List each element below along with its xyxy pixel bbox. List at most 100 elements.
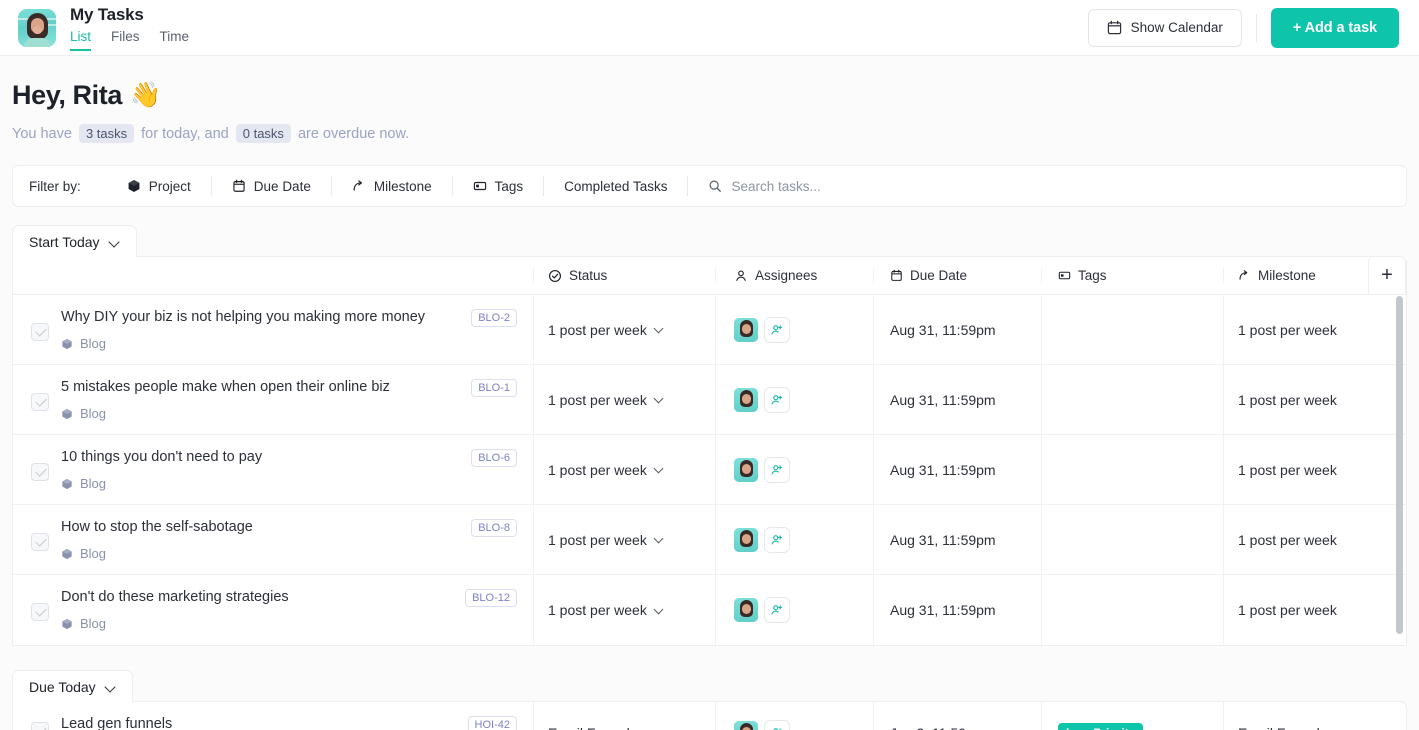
task-group-due-today: Due Today Lead gen funnels HOI-42 <box>12 670 1407 730</box>
title-block: My Tasks List Files Time <box>70 5 189 51</box>
chevron-down-icon <box>106 682 116 692</box>
task-checkbox[interactable] <box>31 533 49 551</box>
task-checkbox[interactable] <box>31 722 49 730</box>
task-table: + Status Assignees Due Date Tags Milesto… <box>12 256 1407 646</box>
tags-cell[interactable] <box>1041 505 1223 574</box>
milestone-cell[interactable]: 1 post per week <box>1223 575 1393 645</box>
assignees-cell <box>715 702 873 730</box>
task-checkbox[interactable] <box>31 463 49 481</box>
status-cell[interactable]: 1 post per week <box>533 505 715 574</box>
task-project-label: Blog <box>80 546 107 561</box>
due-date-cell[interactable]: Jun 3, 11:59pm <box>873 702 1041 730</box>
group-header-start-today[interactable]: Start Today <box>12 225 137 257</box>
status-cell[interactable]: 1 post per week <box>533 575 715 645</box>
table-row[interactable]: 5 mistakes people make when open their o… <box>13 365 1406 435</box>
task-project[interactable]: Blog <box>61 336 517 351</box>
filter-completed-label: Completed Tasks <box>564 178 668 194</box>
task-title[interactable]: Why DIY your biz is not helping you maki… <box>61 307 461 328</box>
task-checkbox[interactable] <box>31 603 49 621</box>
table-row[interactable]: Lead gen funnels HOI-42 Email Funnels <box>13 702 1406 730</box>
task-title[interactable]: How to stop the self-sabotage <box>61 517 461 538</box>
task-checkbox[interactable] <box>31 323 49 341</box>
task-checkbox[interactable] <box>31 393 49 411</box>
filter-due-date[interactable]: Due Date <box>212 166 331 206</box>
add-column-button[interactable]: + <box>1368 256 1406 295</box>
tab-time[interactable]: Time <box>160 29 190 51</box>
assignee-avatar[interactable] <box>734 387 758 412</box>
column-header-status[interactable]: Status <box>533 268 715 283</box>
calendar-icon <box>1107 20 1122 35</box>
task-title[interactable]: 10 things you don't need to pay <box>61 447 461 468</box>
due-date-cell[interactable]: Aug 31, 11:59pm <box>873 365 1041 434</box>
assignee-avatar[interactable] <box>734 721 758 730</box>
milestone-cell[interactable]: Email Funnels <box>1223 702 1393 730</box>
tab-list[interactable]: List <box>70 29 92 51</box>
milestone-cell[interactable]: 1 post per week <box>1223 365 1393 434</box>
table-row[interactable]: Don't do these marketing strategies BLO-… <box>13 575 1406 645</box>
add-assignee-icon[interactable] <box>764 456 790 483</box>
task-project-label: Blog <box>80 476 107 491</box>
task-title[interactable]: Lead gen funnels <box>61 714 458 730</box>
add-assignee-icon[interactable] <box>764 720 790 730</box>
add-assignee-icon[interactable] <box>764 386 790 413</box>
add-task-button[interactable]: + Add a task <box>1270 7 1399 48</box>
milestone-cell[interactable]: 1 post per week <box>1223 435 1393 504</box>
tags-cell[interactable] <box>1041 295 1223 364</box>
due-date-value: Aug 31, 11:59pm <box>890 321 996 338</box>
table-row[interactable]: How to stop the self-sabotage BLO-8 Blog <box>13 505 1406 575</box>
task-project[interactable]: Blog <box>61 616 517 631</box>
tags-cell[interactable] <box>1041 365 1223 434</box>
task-project[interactable]: Blog <box>61 476 517 491</box>
assignee-avatar[interactable] <box>734 457 758 482</box>
page-title: My Tasks <box>70 4 144 24</box>
search-input[interactable] <box>731 178 912 194</box>
filter-tags[interactable]: Tags <box>453 166 544 206</box>
column-header-assignees[interactable]: Assignees <box>715 268 873 283</box>
milestone-cell[interactable]: 1 post per week <box>1223 505 1393 574</box>
table-scrollbar[interactable] <box>1396 296 1403 634</box>
milestone-cell[interactable]: 1 post per week <box>1223 295 1393 364</box>
filter-completed-tasks[interactable]: Completed Tasks <box>544 166 687 206</box>
add-assignee-icon[interactable] <box>764 316 790 343</box>
status-cell[interactable]: 1 post per week <box>533 295 715 364</box>
column-header-due-date[interactable]: Due Date <box>873 268 1041 283</box>
add-assignee-icon[interactable] <box>764 597 790 623</box>
assignee-avatar[interactable] <box>734 598 758 622</box>
filter-milestone[interactable]: Milestone <box>332 166 452 206</box>
top-bar: My Tasks List Files Time Show Calendar +… <box>0 0 1419 56</box>
chevron-down-icon <box>655 395 664 404</box>
due-date-cell[interactable]: Aug 31, 11:59pm <box>873 505 1041 574</box>
table-header-row: Status Assignees Due Date Tags Milestone <box>13 257 1406 295</box>
task-title[interactable]: Don't do these marketing strategies <box>61 587 455 608</box>
tags-cell[interactable]: Low Priority <box>1041 702 1223 730</box>
group-header-due-today[interactable]: Due Today <box>12 670 133 702</box>
table-row[interactable]: Why DIY your biz is not helping you maki… <box>13 295 1406 365</box>
show-calendar-button[interactable]: Show Calendar <box>1087 8 1242 47</box>
avatar[interactable] <box>18 8 56 47</box>
status-cell[interactable]: 1 post per week <box>533 365 715 434</box>
task-project[interactable]: Blog <box>61 406 517 421</box>
task-title[interactable]: 5 mistakes people make when open their o… <box>61 377 461 398</box>
status-value: 1 post per week <box>548 391 647 408</box>
due-date-cell[interactable]: Aug 31, 11:59pm <box>873 575 1041 645</box>
tab-files[interactable]: Files <box>111 29 140 51</box>
toolbar-divider <box>1255 13 1257 42</box>
status-cell[interactable]: Email Funnels <box>533 702 715 730</box>
tags-cell[interactable] <box>1041 575 1223 645</box>
group-title: Due Today <box>29 678 96 695</box>
table-row[interactable]: 10 things you don't need to pay BLO-6 Bl… <box>13 435 1406 505</box>
due-date-cell[interactable]: Aug 31, 11:59pm <box>873 295 1041 364</box>
status-cell[interactable]: 1 post per week <box>533 435 715 504</box>
assignee-avatar[interactable] <box>734 527 758 552</box>
task-project[interactable]: Blog <box>61 546 517 561</box>
assignee-avatar[interactable] <box>734 317 758 342</box>
due-date-value: Aug 31, 11:59pm <box>890 391 996 408</box>
column-header-tags[interactable]: Tags <box>1041 268 1223 283</box>
due-date-cell[interactable]: Aug 31, 11:59pm <box>873 435 1041 504</box>
cube-icon <box>127 179 141 193</box>
status-value: 1 post per week <box>548 321 647 338</box>
add-assignee-icon[interactable] <box>764 526 790 553</box>
task-group-start-today: Start Today + Status Assignees Due Date … <box>12 225 1407 646</box>
tags-cell[interactable] <box>1041 435 1223 504</box>
filter-project[interactable]: Project <box>107 166 211 206</box>
